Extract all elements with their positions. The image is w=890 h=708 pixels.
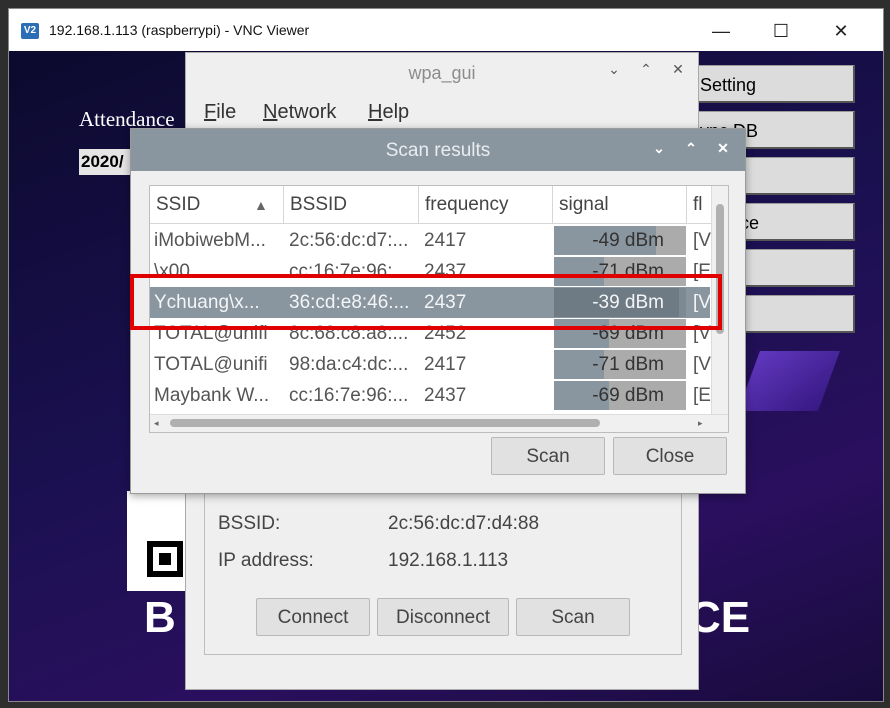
cell-flags: [V: [693, 323, 711, 344]
scan-button[interactable]: Scan: [516, 598, 630, 636]
column-header-signal[interactable]: signal: [553, 186, 687, 224]
cell-flags: [E: [693, 261, 711, 282]
cell-signal: -39 dBm: [592, 292, 664, 313]
scan-results-titlebar: Scan results ⌄ ⌃ ✕: [131, 129, 745, 171]
column-header-ssid-label: SSID: [156, 194, 201, 215]
cell-bssid: cc:16:7e:96:...: [289, 261, 409, 282]
ip-address-value: 192.168.1.113: [388, 550, 509, 571]
table-row[interactable]: TOTAL@unifi 8c:68:c8:a8:... 2452 [V -69 dBm: [150, 318, 711, 349]
cell-frequency: 2437: [424, 261, 467, 282]
cell-ssid: iMobiwebM...: [154, 230, 266, 251]
cell-signal: -69 dBm: [592, 323, 664, 344]
background-decoration: [738, 351, 840, 411]
menu-file[interactable]: File: [204, 101, 236, 124]
banner-text-left: B: [144, 593, 176, 642]
cell-flags: [E: [693, 385, 711, 406]
cell-flags: [V: [693, 292, 711, 313]
scan-results-dialog: Scan results ⌄ ⌃ ✕ SSID ▲ BSSID frequenc…: [130, 128, 746, 494]
cell-frequency: 2417: [424, 354, 467, 375]
menu-file-label: ile: [216, 101, 237, 123]
cell-signal: -49 dBm: [592, 230, 664, 251]
vnc-logo-icon: V2: [21, 23, 39, 39]
qr-finder-mark: [147, 541, 183, 577]
table-row[interactable]: TOTAL@unifi 98:da:c4:dc:... 2417 [V -71 dBm: [150, 349, 711, 380]
column-header-ssid[interactable]: SSID ▲: [150, 186, 284, 224]
cell-signal: -69 dBm: [592, 385, 664, 406]
maximize-button[interactable]: ☐: [761, 17, 801, 45]
wpa-gui-titlebar: wpa_gui ⌄ ⌃ ✕: [186, 53, 698, 93]
menu-help-mnemonic: H: [368, 101, 383, 123]
cell-bssid: 36:cd:e8:46:...: [289, 292, 410, 313]
table-row[interactable]: Ychuang\x... 36:cd:e8:46:... 2437 [V -39 dBm: [150, 287, 711, 318]
cell-ssid: \x00: [154, 261, 190, 282]
chevron-up-icon[interactable]: ⌃: [681, 140, 701, 157]
vertical-scrollbar[interactable]: [711, 186, 728, 414]
close-button[interactable]: ✕: [821, 17, 861, 45]
cell-flags: [V: [693, 230, 711, 251]
connect-button[interactable]: Connect: [256, 598, 370, 636]
scroll-left-icon[interactable]: ◂: [154, 418, 159, 429]
close-icon[interactable]: ✕: [713, 140, 733, 157]
vnc-titlebar: V2 192.168.1.113 (raspberrypi) - VNC Vie…: [9, 9, 883, 51]
horizontal-scroll-thumb[interactable]: [170, 419, 600, 427]
cell-frequency: 2452: [424, 323, 467, 344]
cell-ssid: Ychuang\x...: [154, 292, 260, 313]
vnc-window-title: 192.168.1.113 (raspberrypi) - VNC Viewer: [49, 22, 310, 38]
chevron-down-icon[interactable]: ⌄: [649, 140, 669, 157]
scan-results-scan-button[interactable]: Scan: [491, 437, 605, 475]
cell-frequency: 2437: [424, 385, 467, 406]
table-row[interactable]: \x00 cc:16:7e:96:... 2437 [E -71 dBm: [150, 256, 711, 287]
menu-help-label: elp: [382, 101, 410, 123]
chevron-up-icon[interactable]: ⌃: [636, 61, 656, 78]
cell-ssid: TOTAL@unifi: [154, 323, 268, 344]
cell-frequency: 2417: [424, 230, 467, 251]
minimize-button[interactable]: —: [701, 17, 741, 45]
cell-bssid: cc:16:7e:96:...: [289, 385, 409, 406]
menu-network[interactable]: Network: [263, 101, 336, 124]
cell-signal: -71 dBm: [592, 261, 664, 282]
bssid-label: BSSID:: [218, 513, 281, 534]
cell-bssid: 2c:56:dc:d7:...: [289, 230, 409, 251]
column-header-frequency[interactable]: frequency: [419, 186, 553, 224]
column-header-flags[interactable]: fl: [687, 186, 713, 224]
column-header-bssid[interactable]: BSSID: [284, 186, 419, 224]
setting-button[interactable]: Setting: [689, 65, 855, 103]
horizontal-scrollbar[interactable]: ◂ ▸: [150, 414, 728, 432]
disconnect-button[interactable]: Disconnect: [377, 598, 509, 636]
cell-ssid: Maybank W...: [154, 385, 270, 406]
scroll-right-icon[interactable]: ▸: [698, 418, 703, 429]
menu-file-mnemonic: F: [204, 101, 217, 123]
scan-results-table[interactable]: SSID ▲ BSSID frequency signal fl iMobiwe…: [149, 185, 729, 433]
cell-ssid: TOTAL@unifi: [154, 354, 268, 375]
menu-help[interactable]: Help: [368, 101, 409, 124]
close-icon[interactable]: ✕: [668, 61, 688, 78]
scan-results-close-button[interactable]: Close: [613, 437, 727, 475]
table-row[interactable]: Maybank W... cc:16:7e:96:... 2437 [E -69 dBm: [150, 380, 711, 411]
cell-flags: [V: [693, 354, 711, 375]
ip-address-label: IP address:: [218, 550, 314, 571]
vertical-scroll-thumb[interactable]: [716, 204, 724, 334]
chevron-down-icon[interactable]: ⌄: [604, 61, 624, 78]
cell-bssid: 8c:68:c8:a8:...: [289, 323, 409, 344]
menu-network-mnemonic: N: [263, 101, 278, 123]
menu-network-label: etwork: [277, 101, 337, 123]
cell-frequency: 2437: [424, 292, 467, 313]
cell-signal: -71 dBm: [592, 354, 664, 375]
sort-ascending-icon: ▲: [254, 197, 268, 213]
cell-bssid: 98:da:c4:dc:...: [289, 354, 409, 375]
bssid-value: 2c:56:dc:d7:d4:88: [388, 513, 540, 534]
table-row[interactable]: iMobiwebM... 2c:56:dc:d7:... 2417 [V -49 dBm: [150, 225, 711, 256]
